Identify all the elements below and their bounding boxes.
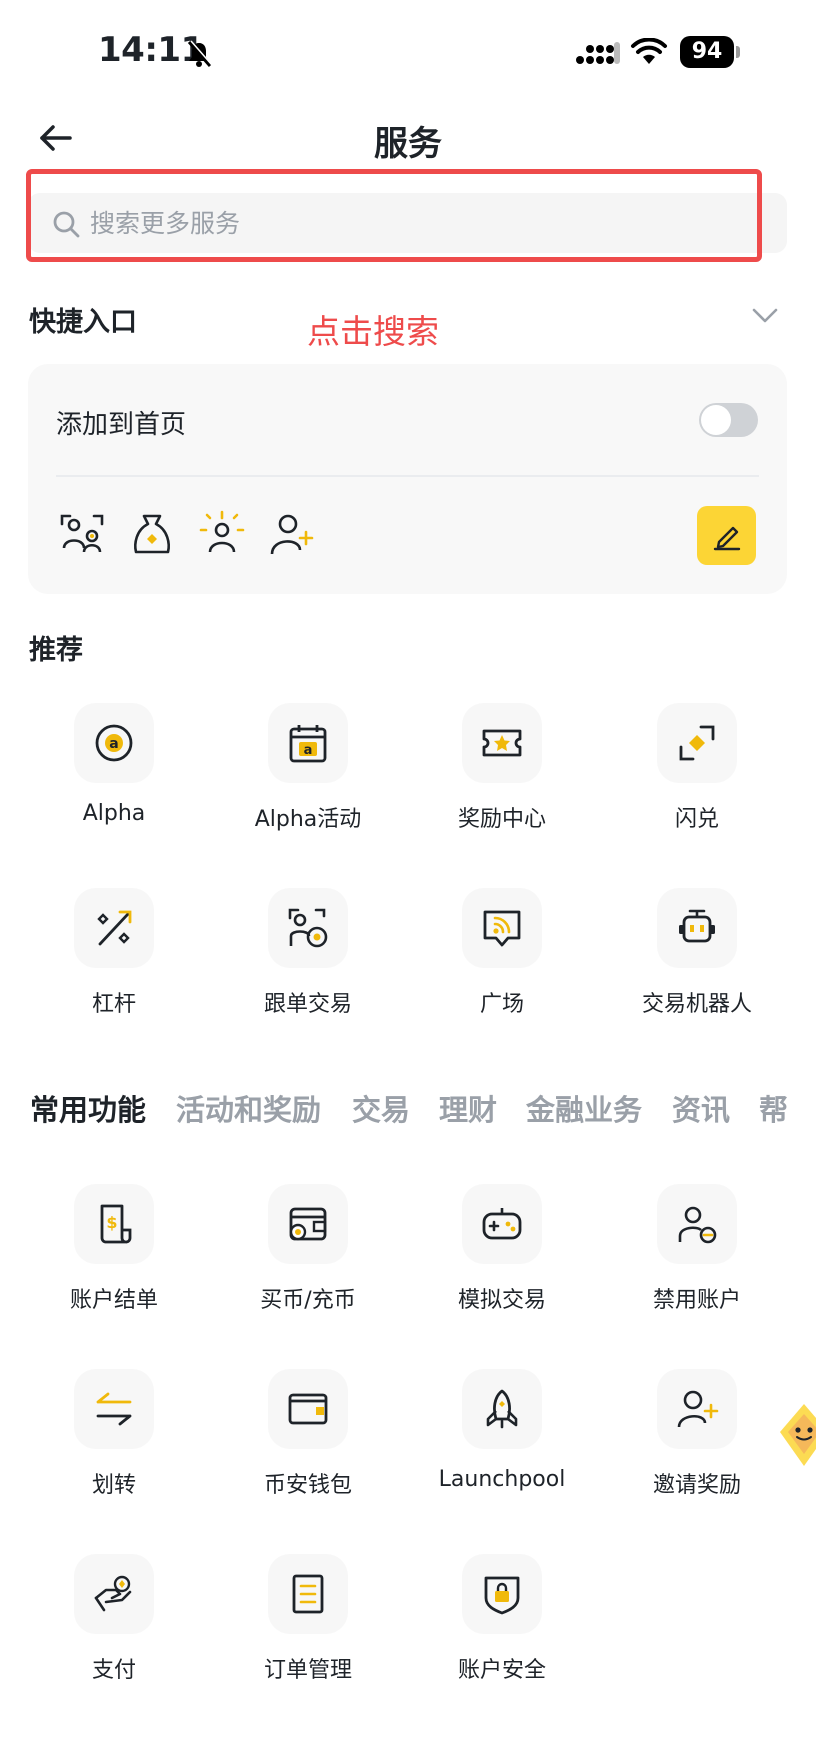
pencil-icon: [713, 526, 741, 551]
tab-earn[interactable]: 理财: [439, 1087, 497, 1129]
quick-entry-title: 快捷入口: [29, 307, 137, 338]
alpha-icon: a: [95, 724, 133, 762]
battery-indicator: 94: [680, 36, 734, 68]
wallet-icon: [288, 1393, 328, 1425]
pay-icon: [94, 1575, 132, 1612]
svg-text:a: a: [304, 743, 313, 758]
service-label: 交易机器人: [641, 992, 752, 1017]
convert-icon: [679, 725, 715, 761]
buy-crypto-icon: [289, 1207, 327, 1241]
service-label: 禁用账户: [652, 1288, 741, 1313]
copy-trade-icon: [288, 908, 328, 948]
tab-trade[interactable]: 交易: [352, 1087, 410, 1129]
service-binance-wallet[interactable]: 币安钱包: [211, 1369, 405, 1499]
service-trading-bots[interactable]: 交易机器人: [600, 888, 794, 1018]
invite-icon: [677, 1390, 719, 1428]
service-demo-trading[interactable]: 模拟交易: [405, 1184, 599, 1314]
tab-help[interactable]: 帮: [759, 1087, 788, 1129]
service-label: 划转: [91, 1473, 136, 1498]
service-label: 币安钱包: [263, 1473, 352, 1498]
toggle-knob: [701, 405, 731, 435]
feed-icon: [483, 910, 521, 947]
service-buy-deposit[interactable]: 买币/充币: [211, 1184, 405, 1314]
service-label: 模拟交易: [457, 1288, 546, 1313]
robot-icon: [679, 909, 715, 943]
signal-icon: [576, 42, 620, 64]
service-alpha[interactable]: a Alpha: [17, 703, 211, 826]
money-bag-icon[interactable]: [128, 510, 176, 558]
tab-activities-rewards[interactable]: 活动和奖励: [176, 1087, 321, 1129]
page-title: 服务: [374, 124, 442, 164]
chevron-down-icon[interactable]: [752, 308, 778, 324]
service-margin[interactable]: 杠杆: [17, 888, 211, 1018]
recommend-title: 推荐: [29, 635, 83, 666]
annotation-text: 点击搜索: [307, 312, 439, 351]
percent-icon: [97, 910, 132, 946]
disable-account-icon: [678, 1206, 717, 1244]
bell-muted-icon: [187, 40, 212, 67]
service-pay[interactable]: 支付: [17, 1554, 211, 1684]
service-order-management[interactable]: 订单管理: [211, 1554, 405, 1684]
service-label: Alpha活动: [254, 807, 362, 832]
search-highlight-box: [26, 169, 762, 262]
service-label: 跟单交易: [263, 992, 352, 1017]
quick-entry-card: [28, 364, 787, 594]
service-label: 账户安全: [457, 1658, 546, 1683]
gamepad-icon: [482, 1208, 522, 1240]
service-transfer[interactable]: 划转: [17, 1369, 211, 1499]
user-group-icon[interactable]: [58, 510, 106, 558]
ticket-icon: [482, 729, 522, 757]
add-user-icon[interactable]: [268, 510, 316, 558]
tab-news[interactable]: 资讯: [672, 1087, 730, 1129]
svg-text:a: a: [109, 736, 118, 752]
tab-common[interactable]: 常用功能: [30, 1087, 146, 1129]
service-copy-trading[interactable]: 跟单交易: [211, 888, 405, 1018]
service-label: Alpha: [82, 801, 146, 826]
sun-person-icon[interactable]: [198, 510, 246, 558]
service-rewards-center[interactable]: 奖励中心: [405, 703, 599, 833]
transfer-icon: [96, 1392, 132, 1426]
service-launchpool[interactable]: Launchpool: [405, 1369, 599, 1492]
service-label: 支付: [91, 1658, 136, 1683]
service-label: Launchpool: [438, 1467, 566, 1492]
alpha-calendar-icon: a: [289, 725, 327, 763]
service-label: 闪兑: [674, 807, 719, 832]
service-referral[interactable]: 邀请奖励: [600, 1369, 794, 1499]
service-label: 账户结单: [69, 1288, 158, 1313]
service-square[interactable]: 广场: [405, 888, 599, 1018]
floating-assistant-icon[interactable]: [776, 1400, 816, 1470]
service-label: 订单管理: [263, 1658, 352, 1683]
shield-lock-icon: [484, 1576, 520, 1615]
service-label: 杠杆: [91, 992, 136, 1017]
add-to-home-label: 添加到首页: [56, 410, 187, 440]
service-convert[interactable]: 闪兑: [600, 703, 794, 833]
divider: [56, 475, 759, 477]
order-icon: [292, 1574, 324, 1614]
wifi-icon: [631, 38, 667, 64]
service-alpha-activity[interactable]: a Alpha活动: [211, 703, 405, 833]
service-label: 广场: [479, 992, 524, 1017]
service-label: 奖励中心: [457, 807, 546, 832]
service-label: 邀请奖励: [652, 1473, 741, 1498]
service-account-security[interactable]: 账户安全: [405, 1554, 599, 1684]
edit-button[interactable]: [697, 506, 756, 565]
statement-icon: $: [100, 1204, 132, 1244]
tab-finance[interactable]: 金融业务: [526, 1087, 642, 1129]
battery-tip: [736, 46, 740, 58]
rocket-icon: [486, 1389, 518, 1429]
svg-text:$: $: [106, 1213, 117, 1232]
service-account-statement[interactable]: $ 账户结单: [17, 1184, 211, 1314]
service-disable-account[interactable]: 禁用账户: [600, 1184, 794, 1314]
service-label: 买币/充币: [260, 1288, 356, 1313]
